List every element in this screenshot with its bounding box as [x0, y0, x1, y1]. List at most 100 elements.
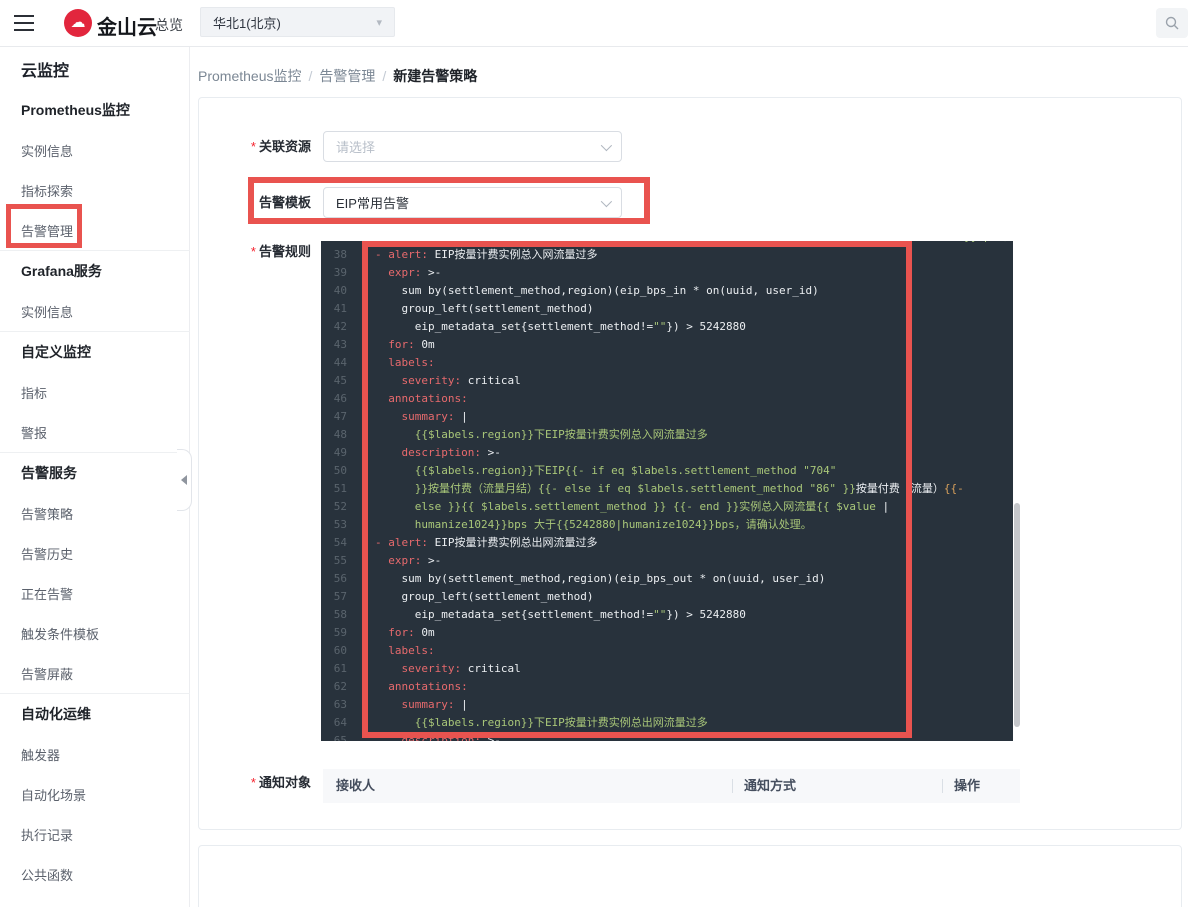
- alert-template-select[interactable]: EIP常用告警: [323, 187, 622, 218]
- line-number: 53: [333, 518, 347, 531]
- code-text: group_left(settlement_method): [375, 590, 594, 603]
- code-text: }}按量付费（流量月结）{{- else if eq $labels.settl…: [375, 482, 964, 495]
- breadcrumb-item-1[interactable]: 告警管理: [319, 68, 375, 84]
- code-text: labels:: [375, 356, 435, 369]
- line-number: 54: [333, 536, 347, 549]
- line-number: 57: [333, 590, 347, 603]
- code-text: labels:: [375, 644, 435, 657]
- code-text: severity: critical: [375, 374, 521, 387]
- code-line-55: 55 expr: >-: [321, 552, 1013, 570]
- code-line-56: 56 sum by(settlement_method,region)(eip_…: [321, 570, 1013, 588]
- nav-overview-link[interactable]: 总览: [155, 15, 183, 35]
- code-line-61: 61 severity: critical: [321, 660, 1013, 678]
- sidebar-item-custom-metrics[interactable]: 指标: [21, 372, 189, 412]
- top-header: ☁ 金山云 总览 华北1(北京) ▾: [0, 0, 1188, 47]
- notify-table-header: 接收人 通知方式 操作: [323, 769, 1020, 803]
- sidebar-item-execution-records[interactable]: 执行记录: [21, 814, 189, 854]
- code-line-39: 39 expr: >-: [321, 264, 1013, 282]
- code-text: expr: >-: [375, 554, 442, 567]
- line-number: 40: [333, 284, 347, 297]
- collapse-arrow-icon: [181, 475, 187, 485]
- region-selector[interactable]: 华北1(北京) ▾: [200, 7, 395, 37]
- code-line-60: 60 labels:: [321, 642, 1013, 660]
- sidebar-item-instance-info[interactable]: 实例信息: [21, 130, 189, 170]
- resource-select-placeholder: 请选择: [336, 140, 376, 155]
- alert-template-select-value: EIP常用告警: [336, 196, 409, 211]
- code-line-64: 64 {{$labels.region}}下EIP按量计费实例总出网流量过多: [321, 714, 1013, 732]
- sidebar-item-trigger-condition-template[interactable]: 触发条件模板: [21, 613, 189, 653]
- code-text: {{$labels.region}}下EIP按量计费实例总出网流量过多: [375, 716, 708, 729]
- line-number: 39: [333, 266, 347, 279]
- hamburger-menu-icon[interactable]: [14, 15, 34, 31]
- sidebar-item-automation-scenes[interactable]: 自动化场景: [21, 774, 189, 814]
- sidebar-section-grafana: Grafana服务: [21, 263, 102, 279]
- code-line-63: 63 summary: |: [321, 696, 1013, 714]
- line-number: 61: [333, 662, 347, 675]
- code-line-48: 48 {{$labels.region}}下EIP按量计费实例总入网流量过多: [321, 426, 1013, 444]
- code-text: {{$labels.region}}下EIP{{- if eq $labels.…: [375, 464, 837, 477]
- sidebar-section-custom-monitor: 自定义监控: [21, 344, 91, 360]
- sidebar-item-triggers[interactable]: 触发器: [21, 734, 189, 774]
- notify-field-label: * 通知对象: [250, 775, 311, 790]
- code-text: sum by(settlement_method,region)(eip_bps…: [375, 284, 819, 297]
- app-root: ☁ 金山云 总览 华北1(北京) ▾ 云监控 Prometheus监控 实例信息指…: [0, 0, 1188, 907]
- code-text: humanize1024}}bps 大于{{5242880|humanize10…: [375, 518, 812, 531]
- sidebar-item-public-functions[interactable]: 公共函数: [21, 854, 189, 894]
- line-number: 64: [333, 716, 347, 729]
- code-line-57: 57 group_left(settlement_method): [321, 588, 1013, 606]
- sidebar-item-custom-alarms[interactable]: 警报: [21, 412, 189, 452]
- code-text: annotations:: [375, 680, 468, 693]
- resource-field-label: * 关联资源: [250, 139, 311, 154]
- sidebar-item-alert-mute[interactable]: 告警屏蔽: [21, 653, 189, 693]
- breadcrumb-item-0[interactable]: Prometheus监控: [198, 68, 301, 84]
- sidebar-item-active-alerts[interactable]: 正在告警: [21, 573, 189, 613]
- line-number: 52: [333, 500, 347, 513]
- line-number: 41: [333, 302, 347, 315]
- code-line-41: 41 group_left(settlement_method): [321, 300, 1013, 318]
- code-line-43: 43 for: 0m: [321, 336, 1013, 354]
- line-number: 62: [333, 680, 347, 693]
- chevron-down-icon: ▾: [376, 16, 382, 29]
- template-field-label: 告警模板: [258, 195, 311, 210]
- code-line-65: 65 description: >-: [321, 732, 1013, 741]
- code-line-44: 44 labels:: [321, 354, 1013, 372]
- code-text: summary: |: [375, 698, 468, 711]
- line-number: 49: [333, 446, 347, 459]
- code-text: else }}{{ $labels.settlement_method }} {…: [375, 500, 890, 513]
- column-divider: [732, 779, 733, 793]
- region-selector-value: 华北1(北京): [213, 15, 281, 31]
- resource-select[interactable]: 请选择: [323, 131, 622, 162]
- line-number: 43: [333, 338, 347, 351]
- code-text: eip_metadata_set{settlement_method!=""})…: [375, 608, 746, 621]
- code-line-46: 46 annotations:: [321, 390, 1013, 408]
- code-text: eip_metadata_set{settlement_method!=""})…: [375, 320, 746, 333]
- receiver-column-header: 接收人: [336, 778, 376, 793]
- rules-code-editor[interactable]: 37 else }}{{ $labels.settlement_method }…: [321, 241, 1013, 741]
- breadcrumb-separator: /: [308, 68, 313, 84]
- sidebar-item-grafana-instance-info[interactable]: 实例信息: [21, 291, 189, 331]
- line-number: 48: [333, 428, 347, 441]
- line-number: 44: [333, 356, 347, 369]
- code-line-51: 51 }}按量付费（流量月结）{{- else if eq $labels.se…: [321, 480, 1013, 498]
- line-number: 63: [333, 698, 347, 711]
- line-number: 47: [333, 410, 347, 423]
- action-column-header: 操作: [954, 778, 981, 793]
- sidebar-collapse-handle[interactable]: [177, 449, 192, 511]
- sidebar-section-automation-ops: 自动化运维: [21, 706, 91, 722]
- code-line-54: 54 - alert: EIP按量计费实例总出网流量过多: [321, 534, 1013, 552]
- code-text: - alert: EIP按量计费实例总出网流量过多: [375, 536, 598, 549]
- code-text: expr: >-: [375, 266, 442, 279]
- line-number: 50: [333, 464, 347, 477]
- code-text: annotations:: [375, 392, 468, 405]
- editor-scrollbar-thumb[interactable]: [1014, 503, 1020, 727]
- code-line-50: 50 {{$labels.region}}下EIP{{- if eq $labe…: [321, 462, 1013, 480]
- code-text: - alert: EIP按量计费实例总入网流量过多: [375, 248, 598, 261]
- line-number: 56: [333, 572, 347, 585]
- sidebar-item-metric-explore[interactable]: 指标探索: [21, 170, 189, 210]
- sidebar-item-alert-policy[interactable]: 告警策略: [21, 493, 189, 533]
- sidebar-item-alert-history[interactable]: 告警历史: [21, 533, 189, 573]
- alert-policy-form-card: *关联资源 请选择 告警模板 EIP常用告警 *告警规则 37 else }}{…: [198, 97, 1182, 830]
- sidebar-item-alert-management[interactable]: 告警管理: [21, 210, 189, 250]
- required-asterisk: *: [250, 244, 256, 259]
- search-button[interactable]: [1156, 8, 1188, 38]
